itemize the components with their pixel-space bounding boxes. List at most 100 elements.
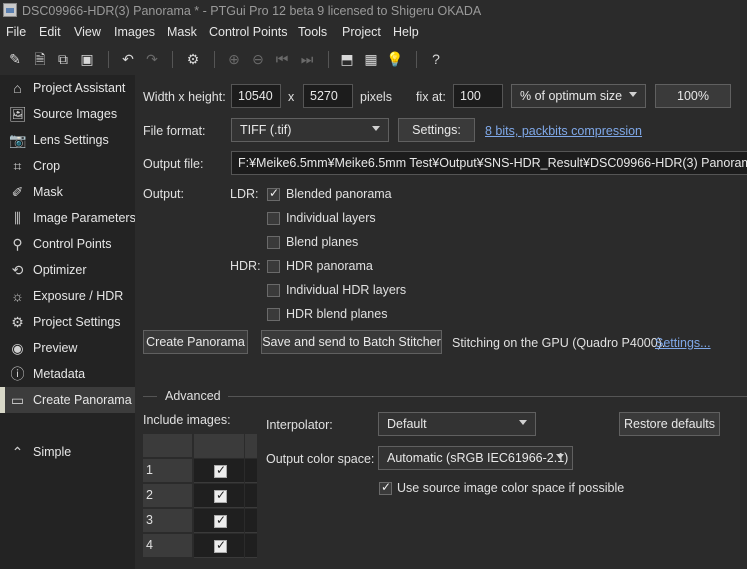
zoom-in-icon[interactable]: ⊕ (225, 50, 243, 68)
color-space-select[interactable]: Automatic (sRGB IEC61966-2.1) (378, 446, 573, 470)
menu-tools[interactable]: Tools (298, 25, 327, 39)
sidebar: ⌂ Project Assistant 🖼 Source Images 📷 Le… (0, 75, 136, 569)
individual-layers-label: Individual layers (286, 211, 376, 225)
use-source-color-space-checkbox[interactable] (379, 480, 392, 495)
individual-hdr-layers-checkbox[interactable] (267, 284, 280, 297)
app-icon (3, 3, 17, 17)
chevron-up-icon: ⌃ (11, 444, 24, 460)
include-image-checkbox[interactable] (214, 488, 227, 503)
chevron-down-icon (519, 420, 527, 425)
blend-planes-label: Blend planes (286, 235, 359, 249)
undo-icon[interactable]: ↶ (119, 50, 137, 68)
sidebar-item-optimizer[interactable]: ⟲ Optimizer (0, 257, 135, 283)
menu-view[interactable]: View (74, 25, 101, 39)
output-file-input[interactable]: F:¥Meike6.5mm¥Meike6.5mm Test¥Output¥SNS… (231, 151, 747, 175)
interpolator-label: Interpolator: (266, 418, 333, 432)
fix-mode-select[interactable]: % of optimum size (511, 84, 646, 108)
individual-layers-checkbox[interactable] (267, 212, 280, 225)
save-icon[interactable]: ▣ (78, 50, 96, 68)
color-space-value: Automatic (sRGB IEC61966-2.1) (387, 451, 569, 465)
gpu-settings-link[interactable]: Settings... (655, 336, 711, 350)
size-separator: x (288, 90, 295, 104)
settings-icon[interactable]: ⚙ (184, 50, 202, 68)
zoom-out-icon[interactable]: ⊖ (249, 50, 267, 68)
blended-panorama-checkbox[interactable] (267, 186, 280, 201)
file-format-value: TIFF (.tif) (240, 123, 292, 137)
advanced-title: Advanced (165, 389, 221, 403)
height-input[interactable]: 5270 (303, 84, 353, 108)
image-icon: 🖼 (9, 106, 27, 122)
interpolator-select[interactable]: Default (378, 412, 536, 436)
sidebar-item-lens-settings[interactable]: 📷 Lens Settings (0, 127, 135, 153)
table-row: 3 (143, 509, 257, 534)
output-file-label: Output file: (143, 157, 204, 171)
camera-icon: 📷 (9, 132, 27, 148)
sidebar-item-project-settings[interactable]: ⚙ Project Settings (0, 309, 135, 335)
chevron-down-icon (372, 126, 380, 131)
image-number: 3 (143, 509, 193, 533)
toolbar: ✎ 🗎 ⧉ ▣ ↶ ↷ ⚙ ⊕ ⊖ ⏮ ⏭ ⬒ ▦ 💡 ? (0, 44, 747, 74)
sliders-icon: ⫼ (14, 210, 21, 226)
table-row: 1 (143, 459, 257, 484)
first-image-icon[interactable]: ⏮ (273, 50, 291, 68)
image-number: 1 (143, 459, 193, 483)
sidebar-item-image-parameters[interactable]: ⫼ Image Parameters (0, 205, 136, 231)
hdr-blend-planes-checkbox[interactable] (267, 308, 280, 321)
sidebar-item-crop[interactable]: ⌗ Crop (0, 153, 135, 179)
create-panorama-button[interactable]: Create Panorama (143, 330, 248, 354)
sidebar-simple-toggle[interactable]: ⌃ Simple (0, 439, 135, 465)
title-bar: DSC09966-HDR(3) Panorama * - PTGui Pro 1… (0, 0, 747, 22)
format-settings-link[interactable]: 8 bits, packbits compression (485, 124, 642, 138)
new-project-icon[interactable]: ✎ (6, 50, 24, 68)
control-points-icon: ⚲ (12, 236, 23, 252)
format-label: File format: (143, 124, 206, 138)
templates-icon[interactable]: ⧉ (54, 50, 72, 68)
open-project-icon[interactable]: 🗎 (31, 50, 49, 68)
width-input[interactable]: 10540 (231, 84, 281, 108)
table-header (143, 434, 257, 459)
sidebar-item-create-panorama[interactable]: ▭ Create Panorama (0, 387, 135, 413)
optimum-size-button[interactable]: 100% (655, 84, 731, 108)
brush-icon: ✐ (11, 184, 24, 200)
table-icon[interactable]: ▦ (362, 50, 380, 68)
chevron-down-icon (556, 454, 564, 459)
include-image-checkbox[interactable] (214, 463, 227, 478)
hdr-panorama-checkbox[interactable] (267, 260, 280, 273)
hdr-blend-planes-label: HDR blend planes (286, 307, 388, 321)
blend-planes-checkbox[interactable] (267, 236, 280, 249)
fix-value-input[interactable]: 100 (453, 84, 503, 108)
format-settings-button[interactable]: Settings: (398, 118, 475, 142)
menu-control-points[interactable]: Control Points (209, 25, 288, 39)
sidebar-item-preview[interactable]: ◉ Preview (0, 335, 135, 361)
blended-panorama-label: Blended panorama (286, 187, 392, 201)
sidebar-item-source-images[interactable]: 🖼 Source Images (0, 101, 135, 127)
size-label: Width x height: (143, 90, 226, 104)
menu-edit[interactable]: Edit (39, 25, 61, 39)
restore-defaults-button[interactable]: Restore defaults (619, 412, 720, 436)
sun-icon: ☼ (11, 288, 24, 304)
redo-icon[interactable]: ↷ (143, 50, 161, 68)
sidebar-item-metadata[interactable]: ⓘ Metadata (0, 361, 135, 387)
panorama-editor-icon[interactable]: ⬒ (338, 50, 356, 68)
sidebar-item-control-points[interactable]: ⚲ Control Points (0, 231, 135, 257)
include-image-checkbox[interactable] (214, 538, 227, 553)
menu-project[interactable]: Project (342, 25, 381, 39)
menu-help[interactable]: Help (393, 25, 419, 39)
next-image-icon[interactable]: ⏭ (298, 50, 316, 68)
panorama-icon: ▭ (10, 392, 25, 408)
size-unit: pixels (360, 90, 392, 104)
gear-icon: ⚙ (11, 314, 24, 330)
sidebar-item-project-assistant[interactable]: ⌂ Project Assistant (0, 75, 135, 101)
menu-mask[interactable]: Mask (167, 25, 197, 39)
sidebar-item-exposure-hdr[interactable]: ☼ Exposure / HDR (0, 283, 135, 309)
sidebar-item-mask[interactable]: ✐ Mask (0, 179, 135, 205)
hdr-panorama-label: HDR panorama (286, 259, 373, 273)
lightbulb-icon[interactable]: 💡 (386, 50, 404, 68)
menu-images[interactable]: Images (114, 25, 155, 39)
menu-file[interactable]: File (6, 25, 26, 39)
help-icon[interactable]: ? (427, 50, 445, 68)
include-image-checkbox[interactable] (214, 513, 227, 528)
batch-stitcher-button[interactable]: Save and send to Batch Stitcher (261, 330, 442, 354)
advanced-divider-right (228, 396, 747, 397)
file-format-select[interactable]: TIFF (.tif) (231, 118, 389, 142)
